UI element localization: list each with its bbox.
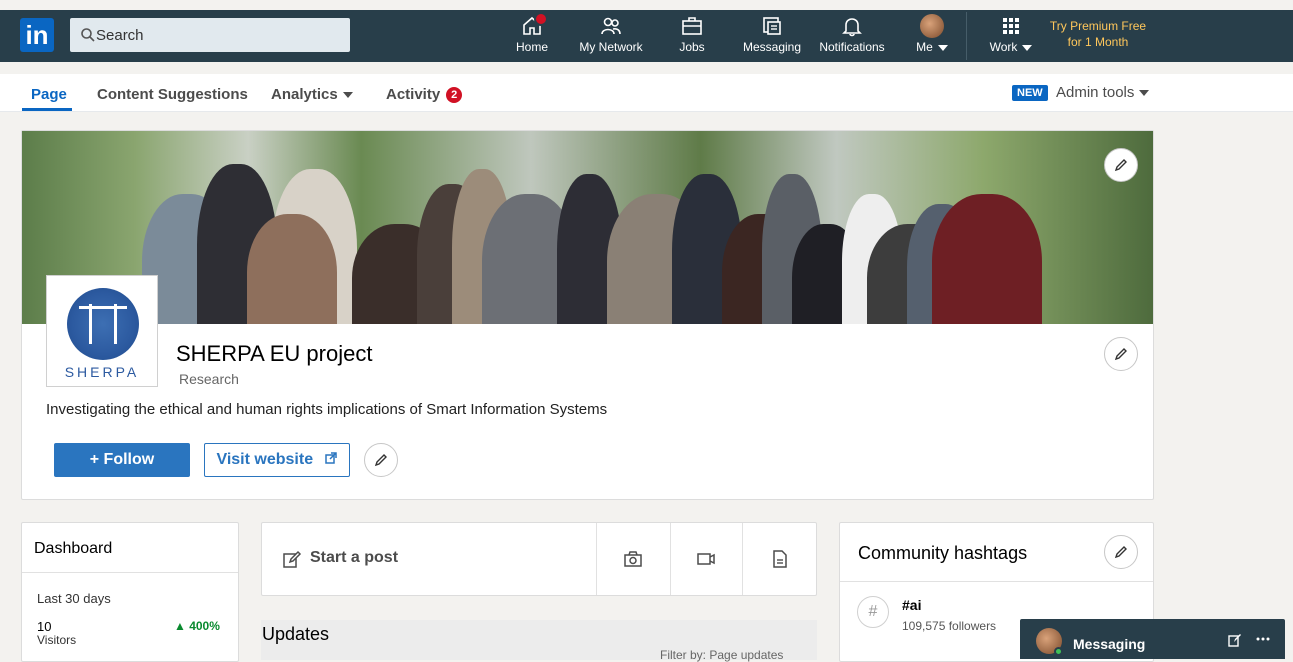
nav-jobs[interactable]: Jobs [670,14,714,58]
visitors-label: Visitors [37,633,77,647]
pencil-icon [1114,546,1127,559]
search-box[interactable] [70,18,350,52]
tab-activity-label: Activity [386,86,441,103]
divider [22,572,238,573]
active-tab-indicator [22,108,72,111]
document-icon[interactable] [770,549,790,569]
nav-home[interactable]: Home [512,12,552,58]
premium-line-1: Try Premium Free [1049,19,1147,33]
edit-buttons-button[interactable] [364,443,398,477]
sherpa-seal-logo [67,288,139,360]
tab-content-suggestions[interactable]: Content Suggestions [97,86,248,103]
edit-cover-button[interactable] [1104,148,1138,182]
company-profile-card: SHERPA SHERPA EU project Research Invest… [21,130,1154,500]
tab-analytics[interactable]: Analytics [271,86,353,103]
updates-title: Updates [262,624,330,644]
nav-work-label: Work [989,40,1018,54]
nav-jobs-label: Jobs [679,40,705,54]
divider [742,523,743,595]
chevron-down-icon [342,92,353,99]
bell-icon [842,18,862,37]
visitors-count: 10 [37,619,52,634]
messaging-label: Messaging [1073,636,1146,652]
dashboard-card: Dashboard Last 30 days 10 ▲ 400% Visitor… [21,522,239,662]
tagline: Investigating the ethical and human righ… [46,401,608,418]
logo-wordmark: SHERPA [64,364,140,380]
pencil-icon [1114,159,1127,172]
tab-activity[interactable]: Activity 2 [386,86,463,103]
follow-button[interactable]: + Follow [54,443,190,477]
pencil-icon [374,454,387,467]
dashboard-period: Last 30 days [37,591,111,606]
compose-message-icon[interactable] [1228,633,1242,647]
nav-me-label: Me [916,40,933,54]
nav-my-network[interactable]: My Network [575,14,647,58]
chevron-down-icon [1139,90,1150,97]
nav-work[interactable]: Work [988,14,1034,58]
dashboard-title: Dashboard [34,540,113,557]
linkedin-logo[interactable]: in [20,18,54,52]
home-notification-dot [534,12,548,26]
premium-link[interactable]: Try Premium Free for 1 Month [1048,18,1148,50]
hashtags-title: Community hashtags [858,543,1028,563]
tab-analytics-label: Analytics [271,86,338,103]
hashtag-icon: # [857,596,889,628]
video-icon[interactable] [696,549,716,569]
divider [670,523,671,595]
messaging-dock[interactable]: Messaging [1020,619,1285,659]
briefcase-icon [682,17,702,35]
nav-messaging[interactable]: Messaging [738,14,806,58]
tab-page[interactable]: Page [31,86,67,103]
online-status-dot [1054,647,1063,656]
industry-label: Research [179,371,239,387]
hashtag-name[interactable]: #ai [902,597,921,613]
chevron-down-icon [937,44,948,51]
divider [840,581,1153,582]
compose-icon [283,550,302,568]
top-navbar: in Home My Network Jobs Messaging Notifi… [0,10,1293,62]
admin-subnav: Page Content Suggestions Analytics Activ… [0,74,1293,112]
activity-count-badge: 2 [446,87,463,103]
premium-line-2: for 1 Month [1067,35,1129,49]
grid-icon [1003,18,1019,34]
admin-tools-dropdown[interactable]: Admin tools [1056,84,1150,101]
camera-icon[interactable] [623,549,643,569]
nav-me[interactable]: Me [912,14,952,58]
pencil-icon [1114,348,1127,361]
hashtag-followers: 109,575 followers [902,619,997,633]
nav-home-label: Home [515,40,548,54]
cover-photo [22,131,1153,324]
share-box: Start a post [261,522,817,596]
visit-website-button[interactable]: Visit website [204,443,350,477]
nav-notifications-label: Notifications [819,40,885,54]
chevron-down-icon [1022,44,1033,51]
new-badge: NEW [1012,85,1048,101]
external-link-icon [324,452,337,464]
avatar [920,14,944,38]
search-icon [81,28,95,42]
nav-my-network-label: My Network [579,40,643,54]
admin-tools-label: Admin tools [1056,84,1135,101]
updates-filter[interactable]: Filter by: Page updates [660,648,783,662]
visitors-change: ▲ 400% [174,619,220,633]
company-logo: SHERPA [46,275,158,387]
more-options-icon[interactable] [1256,637,1270,641]
nav-divider [966,12,967,60]
nav-notifications[interactable]: Notifications [814,14,890,58]
start-post-button[interactable]: Start a post [310,549,398,567]
nav-messaging-label: Messaging [742,40,802,54]
edit-hashtags-button[interactable] [1104,535,1138,569]
visit-website-label: Visit website [216,451,314,468]
network-icon [601,17,621,35]
page-title: SHERPA EU project [176,341,373,366]
search-input[interactable] [96,18,346,52]
messaging-icon [763,17,781,35]
divider [596,523,597,595]
edit-profile-button[interactable] [1104,337,1138,371]
